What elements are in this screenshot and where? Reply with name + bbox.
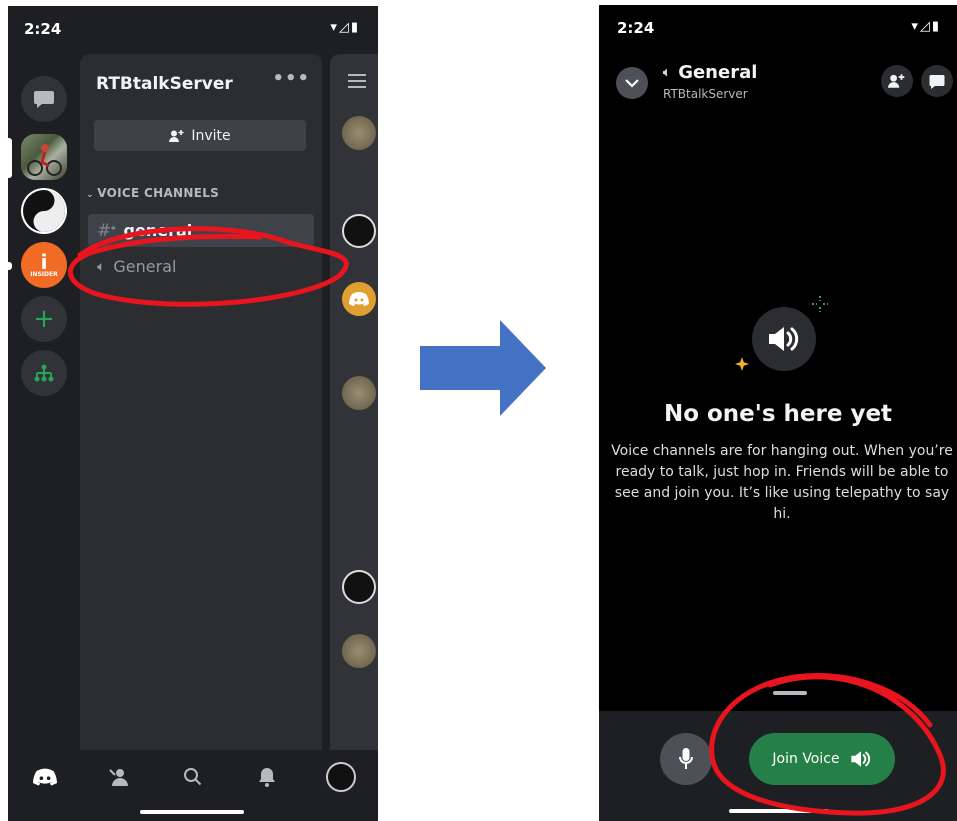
profile-avatar[interactable]: [326, 762, 356, 792]
server-rail: i INSIDER +: [8, 56, 80, 746]
invite-user-button[interactable]: [881, 65, 913, 97]
hamburger-icon[interactable]: [348, 74, 366, 88]
bottom-nav: [8, 750, 378, 821]
empty-state-body: Voice channels are for hanging out. When…: [611, 443, 953, 522]
chevron-down-icon: [625, 78, 639, 88]
discover-icon[interactable]: [21, 350, 67, 396]
unread-indicator: [8, 262, 12, 270]
add-friend-icon: [888, 74, 905, 88]
microphone-icon: [679, 748, 693, 769]
discord-home-icon[interactable]: [30, 762, 60, 792]
server-subtitle: RTBtalkServer: [663, 87, 748, 101]
member-avatar[interactable]: [342, 634, 376, 668]
category-label: VOICE CHANNELS: [97, 186, 220, 200]
status-time: 2:24: [617, 19, 655, 37]
speaker-icon: [769, 327, 799, 351]
more-dots-icon[interactable]: •••: [272, 68, 310, 89]
chat-bubble-icon: [929, 74, 945, 89]
channel-panel: RTBtalkServer ••• Invite ⌄ VOICE CHANNEL…: [80, 54, 322, 754]
status-icons: ▾◿▮: [911, 19, 941, 34]
speaker-icon: 🔈︎: [663, 65, 671, 79]
category-voice-channels[interactable]: ⌄ VOICE CHANNELS: [86, 186, 219, 200]
member-avatar[interactable]: [342, 116, 376, 150]
annotation-circle-join: [709, 673, 946, 816]
add-friend-icon: [169, 129, 184, 142]
invite-label: Invite: [191, 127, 231, 144]
right-arrow-icon: [420, 320, 546, 416]
gesture-bar[interactable]: [140, 810, 244, 814]
dm-icon[interactable]: [21, 76, 67, 122]
sparkle-icon: [812, 296, 828, 312]
bell-icon[interactable]: [252, 762, 282, 792]
voice-speaker-illustration: [752, 307, 816, 371]
member-avatar[interactable]: [342, 570, 376, 604]
chat-button[interactable]: [921, 65, 953, 97]
search-icon[interactable]: [178, 762, 208, 792]
cyclist-photo[interactable]: [21, 134, 67, 180]
status-time: 2:24: [24, 20, 62, 38]
selected-indicator: [8, 138, 12, 178]
status-icons: ▾◿▮: [330, 20, 360, 35]
server-name[interactable]: RTBtalkServer: [96, 74, 233, 94]
star-sparkle-icon: [735, 357, 749, 371]
collapse-button[interactable]: [616, 67, 648, 99]
friends-icon[interactable]: [104, 762, 134, 792]
annotation-circle-general: [67, 226, 349, 307]
left-phone-screen: 2:24 ▾◿▮ i INSIDER + RTBtalkServer ••• I…: [8, 6, 378, 821]
chat-preview-strip: [330, 54, 378, 754]
channel-header: 🔈︎ General: [663, 62, 757, 83]
channel-title: General: [678, 62, 758, 83]
chevron-down-icon: ⌄: [86, 190, 98, 200]
invite-button[interactable]: Invite: [94, 120, 306, 151]
member-avatar[interactable]: [342, 376, 376, 410]
empty-state-title: No one's here yet: [663, 401, 893, 427]
